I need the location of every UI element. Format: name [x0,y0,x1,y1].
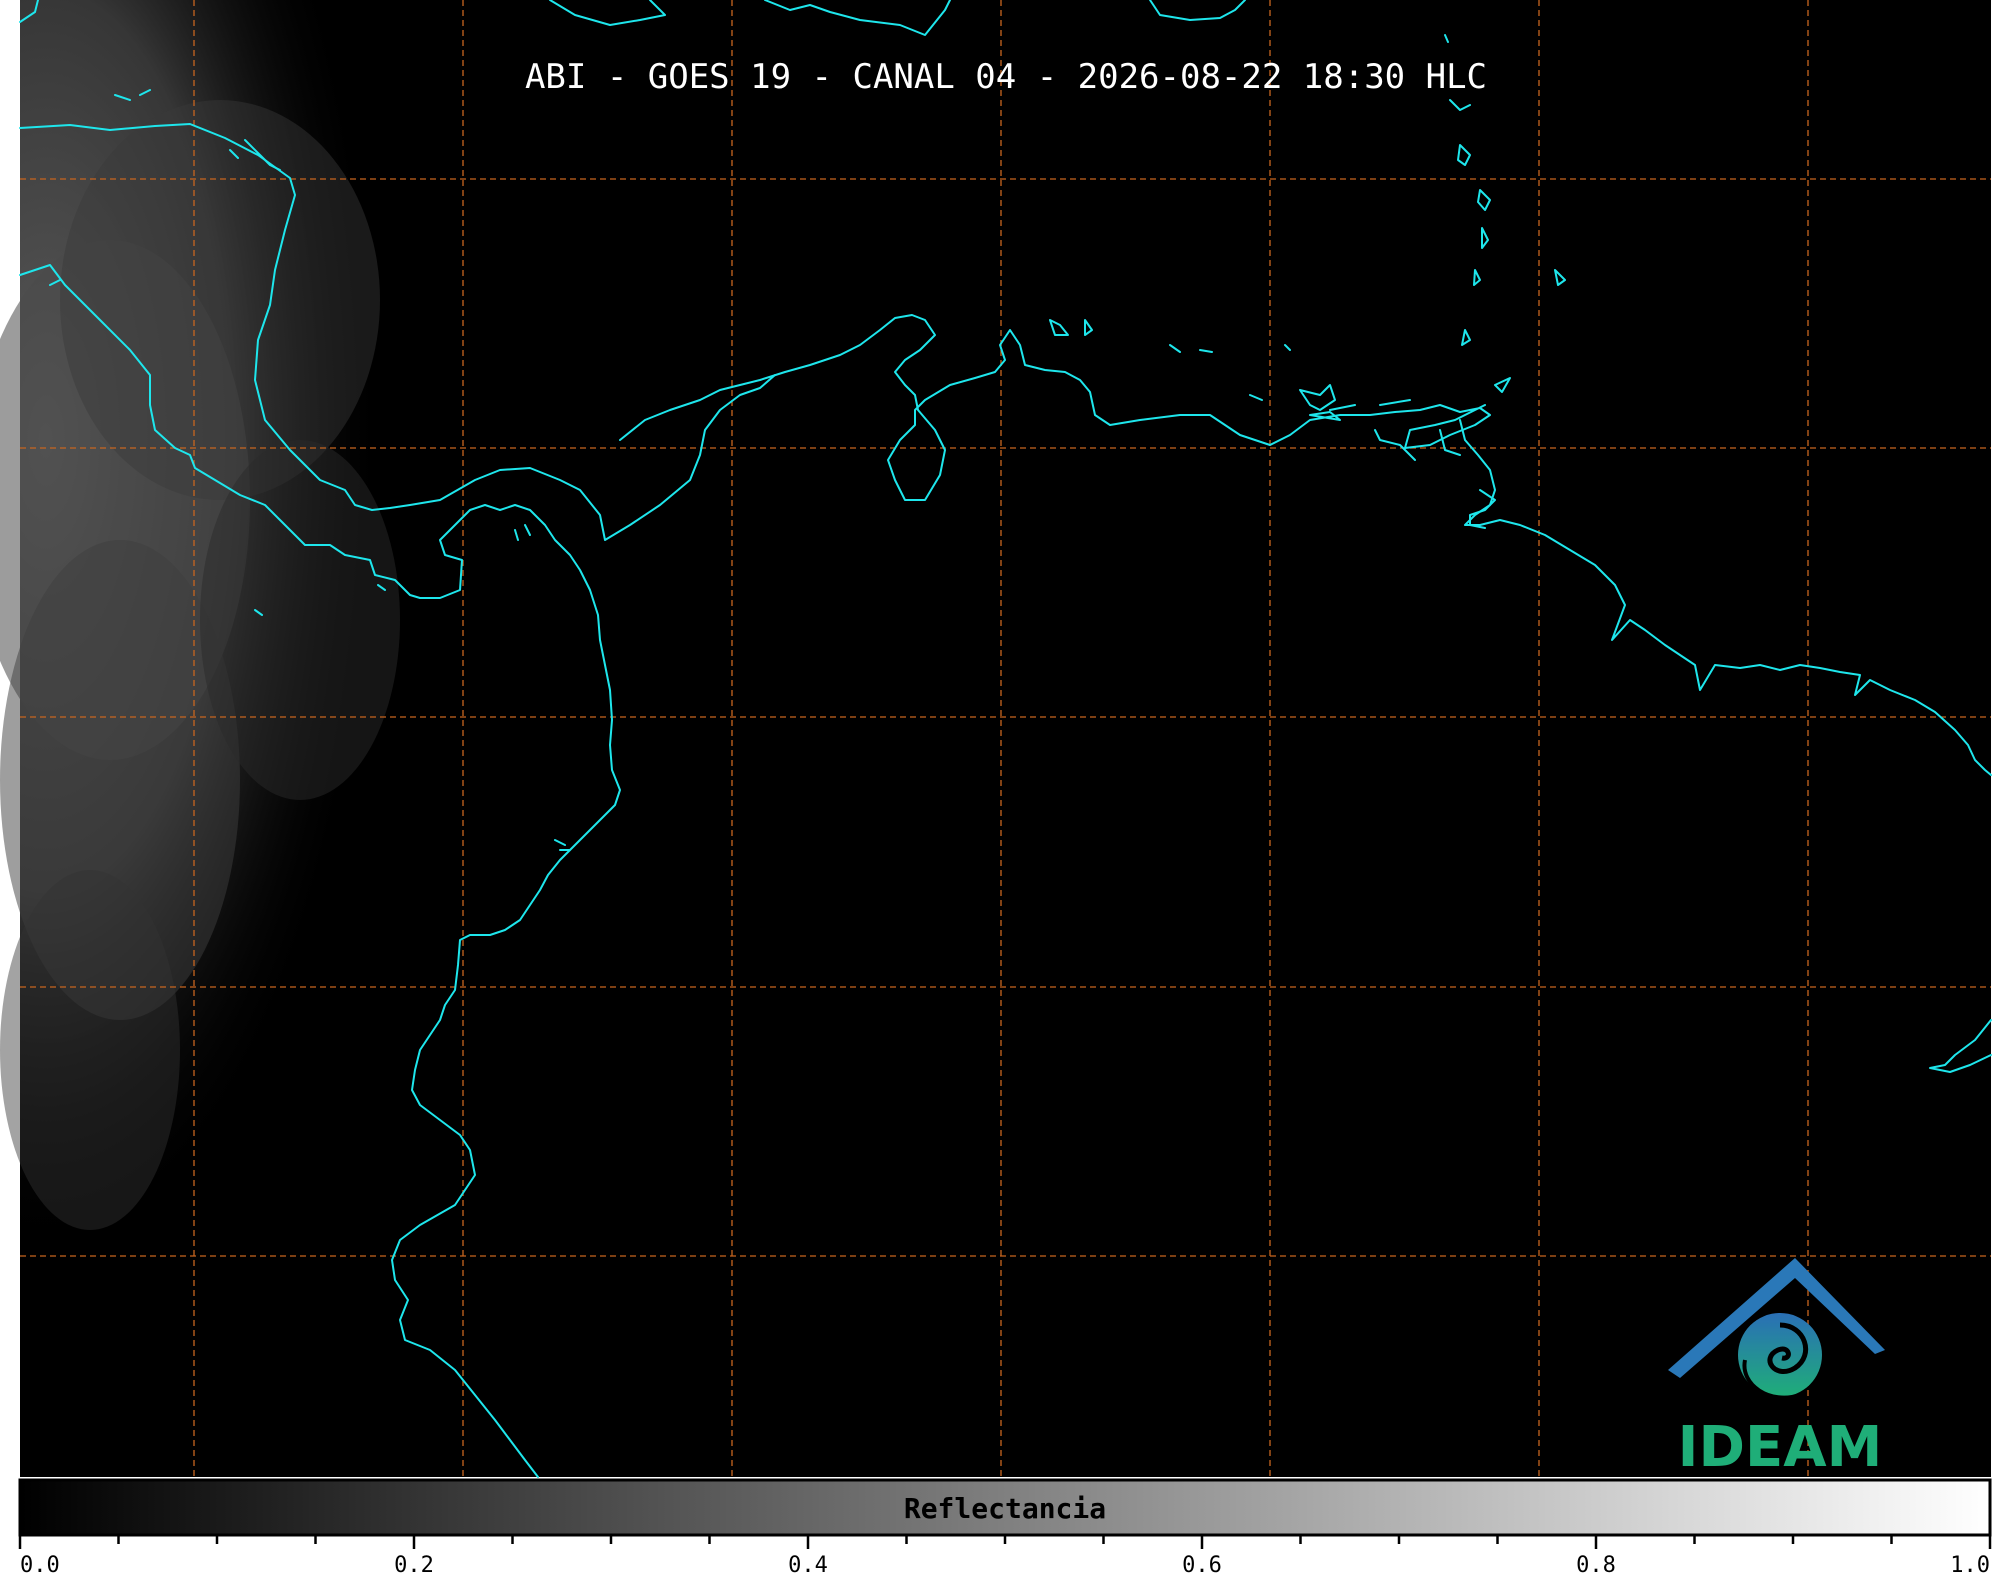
colorbar-tick-label: 1.0 [1950,1553,1990,1577]
colorbar-tick-label: 0.0 [20,1553,60,1577]
colorbar-tick-label: 0.4 [788,1553,828,1577]
map-title: ABI - GOES 19 - CANAL 04 - 2026-08-22 18… [525,57,1487,97]
satellite-map-figure: ABI - GOES 19 - CANAL 04 - 2026-08-22 18… [0,0,1992,1577]
colorbar-tick-label: 0.6 [1182,1553,1222,1577]
colorbar-ticks: 0.0 0.2 0.4 0.6 0.8 1.0 [18,1535,1992,1577]
colorbar-tick-label: 0.2 [394,1553,434,1577]
cloud-field [0,0,540,1260]
colorbar-tick-label: 0.8 [1576,1553,1616,1577]
colorbar-label: Reflectancia [904,1492,1106,1525]
logo-text: IDEAM [1678,1415,1883,1480]
colorbar: Reflectancia 0.0 0.2 0.4 0.6 0.8 1.0 [18,1478,1992,1577]
